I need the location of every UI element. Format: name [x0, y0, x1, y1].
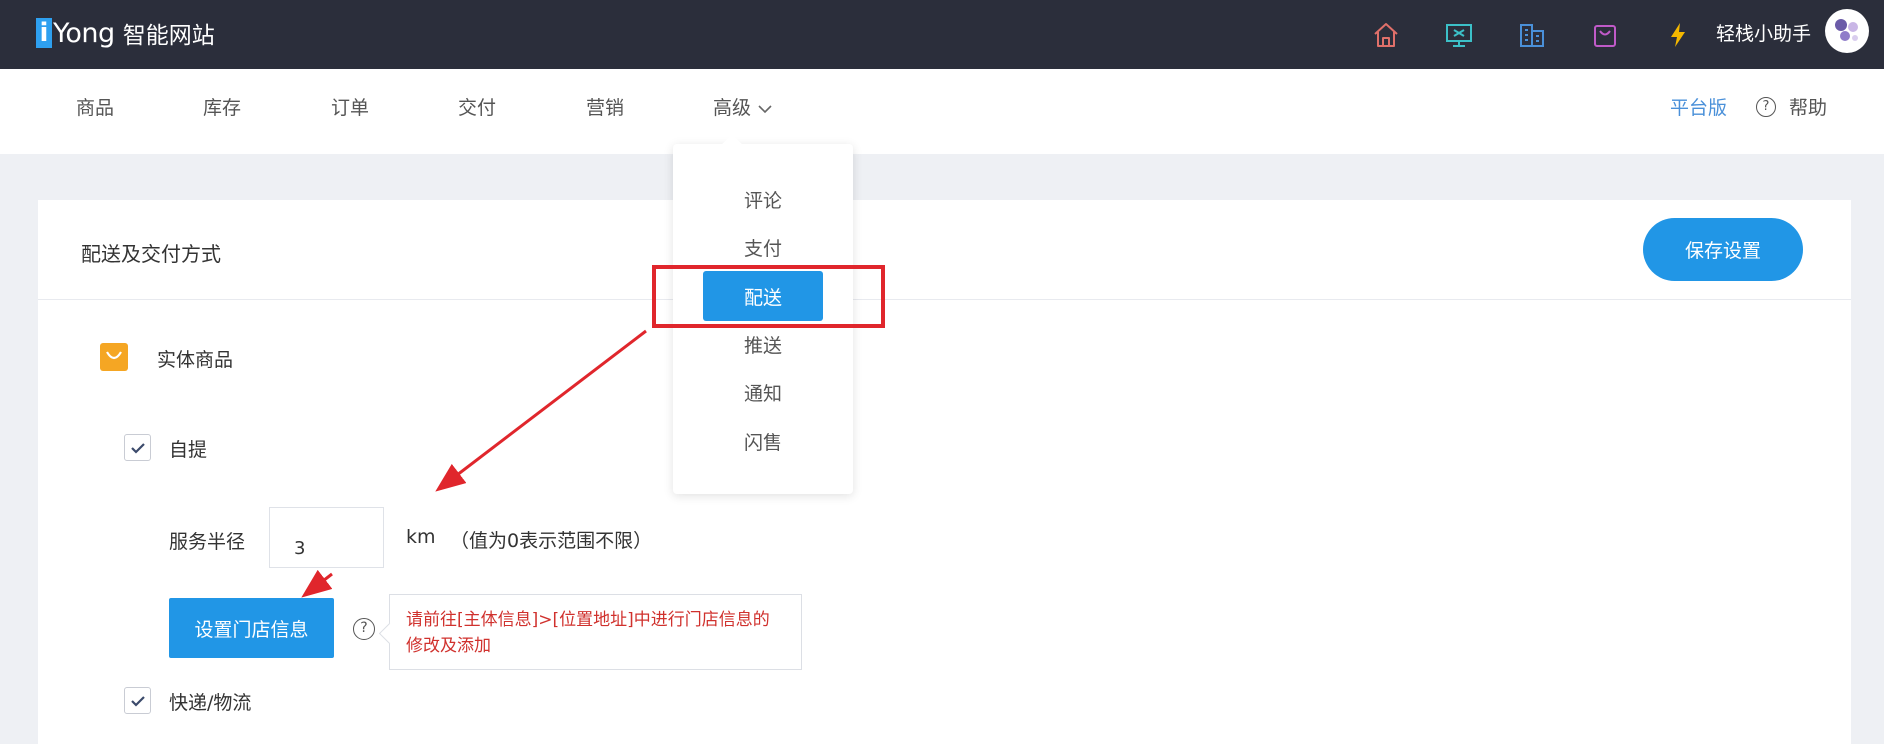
- physical-goods-label: 实体商品: [157, 349, 234, 371]
- logo-subtitle: 智能网站: [122, 23, 215, 49]
- radius-unit: km: [406, 526, 436, 548]
- monitor-icon[interactable]: [1439, 15, 1479, 55]
- service-radius-label: 服务半径: [169, 531, 246, 553]
- logo-brand: Yong: [53, 17, 115, 49]
- lightning-icon[interactable]: [1658, 15, 1698, 55]
- help-link[interactable]: ? 帮助: [1756, 93, 1827, 120]
- express-checkbox[interactable]: [124, 687, 151, 714]
- advanced-dropdown-menu: 评论 支付 配送 推送 通知 闪售: [673, 144, 853, 494]
- set-store-info-button[interactable]: 设置门店信息: [169, 598, 334, 658]
- main-nav: 商品 库存 订单 交付 营销 高级 平台版 ? 帮助: [0, 69, 1884, 154]
- logo[interactable]: i Yong 智能网站: [36, 15, 215, 51]
- top-bar: i Yong 智能网站 轻栈小助手: [0, 0, 1884, 69]
- home-icon[interactable]: [1366, 15, 1406, 55]
- self-pickup-label: 自提: [169, 439, 208, 461]
- avatar[interactable]: [1825, 9, 1869, 53]
- radius-hint: （值为0表示范围不限）: [450, 530, 653, 552]
- chevron-down-icon: [758, 104, 772, 113]
- express-label: 快递/物流: [169, 692, 252, 714]
- check-icon: [130, 442, 145, 454]
- platform-version-link[interactable]: 平台版: [1670, 93, 1727, 120]
- nav-item-marketing[interactable]: 营销: [586, 93, 624, 120]
- logo-i-mark: i: [36, 18, 52, 48]
- shopping-bag-icon[interactable]: [1585, 15, 1625, 55]
- nav-item-orders[interactable]: 订单: [331, 93, 369, 120]
- store-info-tooltip: 请前往[主体信息]>[位置地址]中进行门店信息的修改及添加: [389, 594, 802, 670]
- nav-item-inventory[interactable]: 库存: [203, 93, 241, 120]
- nav-item-products[interactable]: 商品: [76, 93, 114, 120]
- nav-item-delivery[interactable]: 交付: [458, 93, 496, 120]
- menu-item-reviews[interactable]: 评论: [673, 186, 853, 213]
- menu-item-push[interactable]: 推送: [673, 331, 853, 358]
- question-icon[interactable]: ?: [353, 618, 375, 640]
- top-icon-group: [1366, 15, 1731, 55]
- service-radius-input[interactable]: [269, 507, 384, 568]
- check-icon: [130, 695, 145, 707]
- menu-item-shipping[interactable]: 配送: [703, 271, 823, 321]
- building-icon[interactable]: [1512, 15, 1552, 55]
- help-label: 帮助: [1789, 97, 1828, 119]
- card-header: 配送及交付方式 保存设置: [38, 200, 1851, 300]
- nav-item-advanced-label: 高级: [713, 97, 752, 119]
- self-pickup-checkbox[interactable]: [124, 434, 151, 461]
- delivery-settings-card: 配送及交付方式 保存设置: [38, 200, 1851, 744]
- save-settings-button[interactable]: 保存设置: [1643, 218, 1803, 281]
- menu-item-payment[interactable]: 支付: [673, 234, 853, 261]
- shopping-bag-icon: [100, 343, 128, 371]
- menu-item-notifications[interactable]: 通知: [673, 379, 853, 406]
- nav-item-advanced[interactable]: 高级: [713, 93, 773, 120]
- help-icon: ?: [1756, 96, 1776, 117]
- page-title: 配送及交付方式: [81, 242, 221, 266]
- menu-item-flash-sale[interactable]: 闪售: [673, 428, 853, 455]
- assistant-link[interactable]: 轻栈小助手: [1716, 19, 1811, 46]
- avatar-logo-icon: [1835, 19, 1858, 41]
